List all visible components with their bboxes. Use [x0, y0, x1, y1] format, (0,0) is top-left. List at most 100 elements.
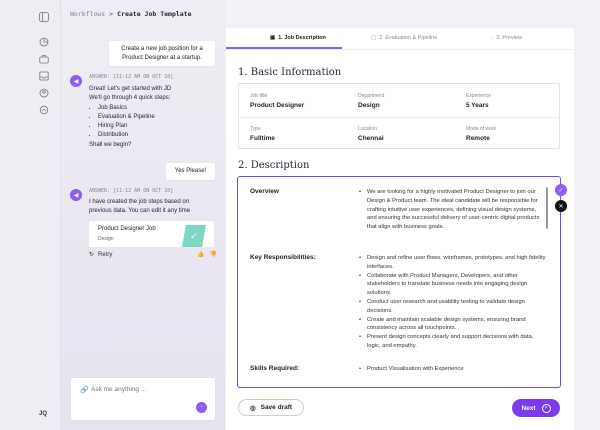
field-label: Mode of work — [466, 126, 497, 132]
inbox-icon[interactable] — [38, 70, 50, 82]
feedback-buttons: 👍 👎 — [197, 251, 217, 258]
skills-list: Product Visualisation with Experience — [359, 365, 547, 374]
pipeline-icon: ▢ — [371, 35, 377, 41]
field-value: Design — [358, 102, 380, 109]
list-item: Present design concepts clearly and supp… — [359, 333, 547, 351]
left-rail: JQ — [0, 0, 61, 430]
active-step-indicator — [226, 47, 342, 49]
overview-label: Overview — [250, 188, 279, 195]
field-experience[interactable]: Experience 5 Years — [466, 93, 491, 109]
template-card[interactable]: Product Designer Job Design ✓ — [89, 221, 214, 247]
list-item: Product Visualisation with Experience — [359, 365, 547, 374]
bot-text-line: We'll go through 4 quick steps: — [89, 95, 171, 102]
description-editor[interactable]: Overview We are looking for a highly mot… — [237, 176, 561, 388]
list-item: We are looking for a highly motivated Pr… — [359, 188, 547, 232]
list-item: Hiring Plan — [98, 122, 214, 131]
chat-input-box: 🔗 ↑ — [70, 377, 216, 421]
list-item: Create and maintain scalable design syst… — [359, 316, 547, 334]
field-location[interactable]: Location Chennai — [358, 126, 384, 142]
field-value: Remote — [466, 135, 490, 142]
field-label: Job title — [250, 93, 268, 99]
retry-button[interactable]: ↻ Retry — [89, 251, 113, 259]
user-message-bubble: Create a new job position for a Product … — [109, 41, 215, 67]
attachment-icon[interactable]: 🔗 — [80, 386, 89, 394]
arrow-right-icon: › — [541, 403, 551, 413]
breadcrumb: Workflows > Create Job Template — [70, 10, 192, 18]
list-item: Job Basics — [98, 104, 214, 113]
bot-message-2: I have created the job steps based on pr… — [89, 199, 191, 215]
step-label: 3. Preview — [496, 35, 522, 41]
preview-icon: ◌ — [490, 35, 494, 41]
responsibilities-list: Design and refine user flows, wireframes… — [359, 254, 547, 351]
step-preview[interactable]: ◌ 3. Preview — [490, 35, 522, 41]
user-message-line: Yes Please! — [174, 168, 207, 174]
next-label: Next — [521, 404, 536, 412]
skills-label: Skills Required: — [250, 365, 300, 372]
check-decoration-icon: ✓ — [182, 225, 206, 247]
thumbs-down-icon[interactable]: 👎 — [209, 251, 216, 258]
reject-icon[interactable]: ✕ — [555, 200, 567, 212]
divider — [239, 117, 559, 118]
next-button[interactable]: Next › — [512, 399, 560, 417]
thumbs-up-icon[interactable]: 👍 — [197, 251, 204, 258]
analytics-icon[interactable] — [38, 36, 50, 48]
save-draft-button[interactable]: ◎ Save draft — [238, 399, 304, 416]
message-timestamp: [11:12 AM ON OCT 10] — [113, 74, 174, 80]
breadcrumb-root[interactable]: Workflows — [70, 10, 105, 18]
template-card-subtitle: Design — [98, 236, 114, 242]
user-message-line: Product Designer at a startup. — [122, 54, 202, 61]
section-heading-description: 2. Description — [238, 160, 310, 171]
field-label: Type — [250, 126, 261, 132]
user-message-line: Create a new job position for a — [121, 46, 203, 52]
user-message-bubble: Yes Please! — [166, 163, 215, 180]
field-job-title[interactable]: Job title Product Designer — [250, 93, 304, 109]
settings-icon[interactable] — [38, 104, 50, 116]
field-value: Product Designer — [250, 102, 305, 109]
step-job-description[interactable]: ▣ 1. Job Description — [270, 35, 326, 41]
responsibilities-label: Key Responsibilities: — [250, 254, 316, 261]
check-circle-icon: ◎ — [249, 404, 256, 412]
field-type[interactable]: Type Fulltime — [250, 126, 275, 142]
list-item: Collaborate with Product Managers, Devel… — [359, 272, 547, 298]
field-value: 5 Years — [466, 102, 489, 109]
message-meta: ANSWER: [11:12 AM ON OCT 10] — [89, 74, 173, 80]
send-icon[interactable]: ↑ — [196, 402, 207, 413]
basic-info-card[interactable]: Job title Product Designer Department Desi… — [238, 83, 560, 149]
list-item: Design and refine user flows, wireframes… — [359, 254, 547, 272]
template-card-title: Product Designer Job — [98, 226, 156, 232]
retry-label: Retry — [98, 251, 113, 258]
bot-text-line: Great! Let's get started with JD — [89, 86, 172, 92]
bot-text-line: Shall we begin? — [89, 141, 132, 148]
avatar[interactable]: JQ — [37, 408, 49, 420]
list-item: Distribution — [98, 131, 214, 140]
sender-label: ANSWER: — [89, 74, 111, 80]
people-icon[interactable] — [38, 87, 50, 99]
step-label: 2. Evaluation & Pipeline — [379, 35, 438, 41]
step-evaluation-pipeline[interactable]: ▢ 2. Evaluation & Pipeline — [371, 35, 437, 41]
field-label: Department — [358, 93, 385, 99]
overview-list: We are looking for a highly motivated Pr… — [359, 188, 547, 232]
bot-message-1: Great! Let's get started with JD We'll g… — [89, 85, 214, 150]
field-label: Experience — [466, 93, 492, 99]
accept-icon[interactable]: ✓ — [555, 184, 567, 196]
sidebar-toggle-icon[interactable] — [38, 11, 50, 23]
list-item: Evaluation & Pipeline — [98, 113, 214, 122]
sender-label: ANSWER: — [89, 188, 111, 194]
field-mode-of-work[interactable]: Mode of work Remote — [466, 126, 496, 142]
message-meta: ANSWER: [11:12 AM ON OCT 10] — [89, 188, 173, 194]
field-department[interactable]: Department Design — [358, 93, 384, 109]
save-draft-label: Save draft — [260, 404, 293, 411]
field-label: Location — [358, 126, 377, 132]
section-heading-basic: 1. Basic Information — [238, 67, 342, 78]
chat-input[interactable] — [91, 386, 201, 393]
steps-list: Job Basics Evaluation & Pipeline Hiring … — [89, 104, 214, 141]
briefcase-icon[interactable] — [38, 53, 50, 65]
bot-avatar-icon: ◀ — [70, 189, 82, 201]
document-icon: ▣ — [270, 35, 276, 41]
step-label: 1. Job Description — [278, 35, 326, 41]
breadcrumb-separator: > — [109, 10, 114, 18]
breadcrumb-current: Create Job Template — [117, 10, 192, 18]
field-value: Fulltime — [250, 135, 275, 142]
list-item: Conduct user research and usability test… — [359, 298, 547, 316]
refresh-icon: ↻ — [89, 252, 95, 258]
